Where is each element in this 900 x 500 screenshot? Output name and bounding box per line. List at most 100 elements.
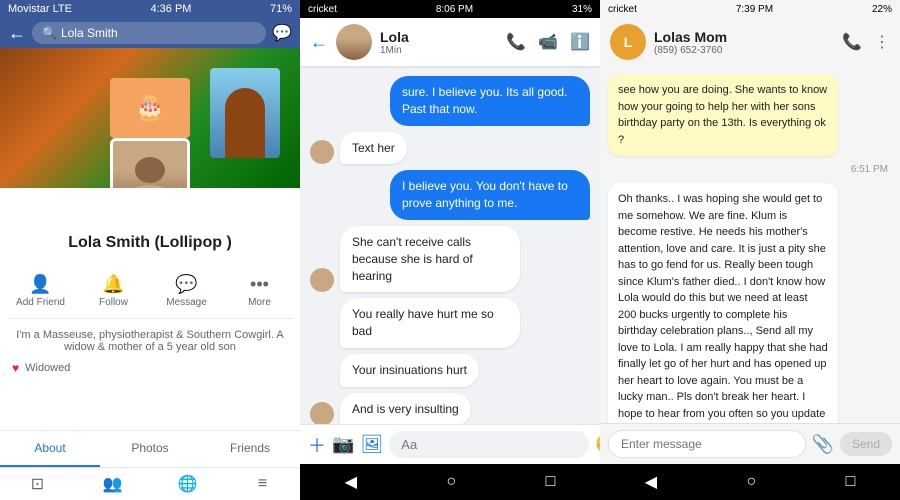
nav-square-3[interactable]: □ [846, 473, 856, 491]
message-sent-1: sure. I believe you. Its all good. Past … [390, 76, 590, 126]
time-2: 8:06 PM [436, 4, 473, 15]
messenger-back-button[interactable]: ← [310, 32, 328, 53]
lola-avatar-small-3 [310, 402, 334, 424]
messenger-header: ← Lola 1Min 📞 📹 ℹ️ [300, 18, 600, 66]
message-icon: 💬 [175, 274, 197, 295]
add-friend-label: Add Friend [16, 297, 65, 308]
profile-bio: I'm a Masseuse, physiotherapist & Southe… [0, 325, 300, 357]
sms-message-1: see how you are doing. She wants to know… [608, 74, 838, 156]
message-sent-2: I believe you. You don't have to prove a… [390, 170, 590, 220]
nav-globe[interactable]: 🌐 [150, 474, 225, 494]
sms-message-input[interactable] [608, 430, 806, 458]
boy-photo [210, 68, 280, 158]
attach-button[interactable]: 📎 [812, 434, 834, 455]
message-input[interactable] [389, 431, 589, 458]
relationship-text: Widowed [25, 362, 70, 374]
nav-home-3[interactable]: ○ [746, 473, 756, 491]
more-button[interactable]: ••• More [227, 270, 292, 312]
nav-home-2[interactable]: ○ [446, 473, 456, 491]
sms-phone-button[interactable]: 📞 [842, 32, 862, 52]
cake-decoration: 🎂 [110, 78, 190, 138]
lolasmom-name: Lolas Mom [654, 29, 834, 45]
message-bubble-1: Text her [340, 132, 407, 165]
sms-header: L Lolas Mom (859) 652-3760 📞 ⋮ [600, 18, 900, 66]
message-received-5: And is very insulting [310, 393, 590, 424]
search-icon: 🔍 [42, 26, 57, 40]
time-3: 7:39 PM [736, 4, 773, 15]
messenger-header-info: Lola 1Min [380, 29, 498, 56]
message-bubble-4: Your insinuations hurt [340, 354, 479, 387]
avatar-letter: L [624, 34, 633, 50]
lola-avatar [336, 24, 372, 60]
nav-square-2[interactable]: □ [546, 473, 556, 491]
follow-button[interactable]: 🔔 Follow [81, 270, 146, 312]
nav-back-2[interactable]: ◀ [345, 472, 357, 492]
messenger-header-actions: 📞 📹 ℹ️ [506, 32, 590, 52]
sms-messages: see how you are doing. She wants to know… [600, 66, 900, 423]
message-received-1: Text her [310, 132, 590, 165]
carrier-2: cricket [308, 4, 337, 15]
back-button[interactable]: ← [8, 23, 26, 44]
camera-button[interactable]: 📷 [332, 434, 354, 455]
search-box[interactable]: 🔍 Lola Smith [32, 22, 266, 44]
image-button[interactable]: 🖼 [360, 434, 383, 455]
time-1: 4:36 PM [150, 3, 191, 15]
profile-avatar[interactable] [110, 138, 190, 188]
profile-info: Lola Smith (Lollipop ) [0, 226, 300, 260]
status-bar-1: Movistar LTE 4:36 PM 71% [0, 0, 300, 18]
nav-friends[interactable]: 👥 [75, 474, 150, 494]
profile-actions: 👤 Add Friend 🔔 Follow 💬 Message ••• More [0, 270, 300, 312]
bottom-nav-2: ◀ ○ □ [300, 464, 600, 500]
sms-panel: cricket 7:39 PM 22% L Lolas Mom (859) 65… [600, 0, 900, 500]
avatar-image [113, 141, 187, 188]
relationship-status: ♥ Widowed [0, 357, 300, 379]
bottom-nav-1: ⊡ 👥 🌐 ≡ [0, 467, 300, 500]
nav-home[interactable]: ⊡ [0, 474, 75, 494]
video-button[interactable]: 📹 [538, 32, 558, 52]
boy-silhouette [225, 88, 265, 158]
phone-button[interactable]: 📞 [506, 32, 526, 52]
tab-about[interactable]: About [0, 431, 100, 467]
more-label: More [248, 297, 271, 308]
lola-name: Lola [380, 29, 498, 45]
lolasmom-avatar: L [610, 24, 646, 60]
follow-icon: 🔔 [102, 274, 124, 295]
info-button[interactable]: ℹ️ [570, 32, 590, 52]
sms-header-info: Lolas Mom (859) 652-3760 [654, 29, 834, 56]
divider-1 [8, 318, 292, 319]
nav-menu[interactable]: ≡ [225, 474, 300, 494]
battery-2: 31% [572, 4, 592, 15]
message-received-4: Your insinuations hurt [310, 354, 590, 387]
heart-icon: ♥ [12, 361, 19, 375]
facebook-profile-panel: Movistar LTE 4:36 PM 71% ← 🔍 Lola Smith … [0, 0, 300, 500]
message-bubble-5: And is very insulting [340, 393, 471, 424]
status-bar-3: cricket 7:39 PM 22% [600, 0, 900, 18]
sms-timestamp-1: 6:51 PM [608, 162, 892, 177]
search-text: Lola Smith [61, 26, 118, 40]
nav-back-3[interactable]: ◀ [645, 472, 657, 492]
status-bar-2: cricket 8:06 PM 31% [300, 0, 600, 18]
tab-photos[interactable]: Photos [100, 431, 200, 467]
messenger-icon[interactable]: 💬 [272, 23, 292, 43]
tab-friends[interactable]: Friends [200, 431, 300, 467]
bottom-nav-3: ◀ ○ □ [600, 464, 900, 500]
profile-name: Lola Smith (Lollipop ) [68, 234, 232, 251]
lola-avatar-small [310, 140, 334, 164]
add-friend-button[interactable]: 👤 Add Friend [8, 270, 73, 312]
sms-more-button[interactable]: ⋮ [874, 32, 890, 52]
message-bubble-2: She can't receive calls because she is h… [340, 226, 520, 292]
search-bar: ← 🔍 Lola Smith 💬 [0, 18, 300, 48]
add-button[interactable]: ＋ [308, 432, 326, 458]
messenger-panel: cricket 8:06 PM 31% ← Lola 1Min 📞 📹 ℹ️ s… [300, 0, 600, 500]
add-friend-icon: 👤 [29, 274, 51, 295]
send-button[interactable]: Send [840, 432, 892, 456]
more-icon: ••• [250, 274, 269, 295]
lola-status: 1Min [380, 45, 498, 56]
lola-avatar-small-2 [310, 268, 334, 292]
message-button[interactable]: 💬 Message [154, 270, 219, 312]
sms-header-actions: 📞 ⋮ [842, 32, 890, 52]
sms-message-2: Oh thanks.. I was hoping she would get t… [608, 183, 838, 423]
messenger-input-bar: ＋ 📷 🖼 😊 👍 [300, 424, 600, 464]
carrier-1: Movistar LTE [8, 3, 72, 15]
follow-label: Follow [99, 297, 128, 308]
